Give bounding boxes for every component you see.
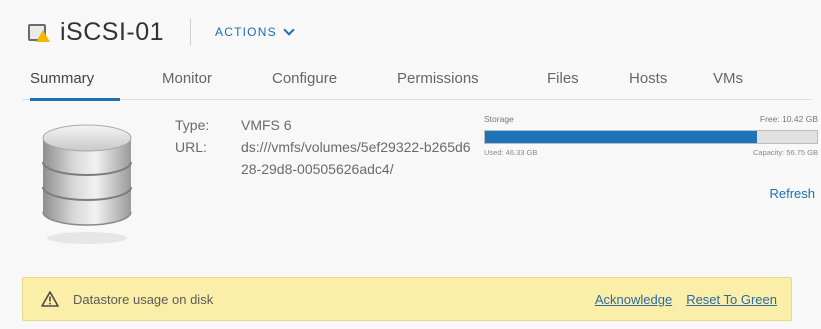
warning-icon	[41, 291, 59, 307]
actions-menu-button[interactable]: ACTIONS	[215, 23, 295, 39]
tab-bar: Summary Monitor Configure Permissions Fi…	[22, 62, 812, 101]
datastore-properties: Type: VMFS 6 URL: ds:///vmfs/volumes/5ef…	[175, 114, 473, 180]
storage-usage-bar	[484, 130, 818, 144]
chevron-down-icon	[283, 23, 295, 36]
tab-vms[interactable]: VMs	[713, 62, 753, 100]
tab-configure[interactable]: Configure	[272, 62, 362, 100]
header-divider	[190, 18, 192, 46]
storage-capacity: Capacity: 56.75 GB	[752, 148, 818, 157]
datastore-warning-icon	[28, 21, 50, 43]
url-label: URL:	[175, 139, 207, 155]
tab-hosts[interactable]: Hosts	[629, 62, 679, 100]
storage-free: Free: 10.42 GB	[759, 114, 818, 124]
page-title: iSCSI-01	[60, 17, 165, 46]
storage-header: Storage Free: 10.42 GB	[484, 114, 818, 128]
refresh-link[interactable]: Refresh	[769, 186, 815, 201]
acknowledge-link[interactable]: Acknowledge	[595, 292, 672, 307]
tab-summary[interactable]: Summary	[30, 62, 120, 101]
type-label: Type:	[175, 117, 210, 133]
storage-usage-fill	[485, 131, 758, 143]
alarm-message: Datastore usage on disk	[73, 291, 214, 307]
tab-files[interactable]: Files	[547, 62, 587, 100]
tab-monitor[interactable]: Monitor	[162, 62, 232, 100]
storage-footer: Used: 46.33 GB Capacity: 56.75 GB	[484, 148, 818, 157]
storage-used: Used: 46.33 GB	[484, 148, 538, 157]
type-row: Type: VMFS 6	[175, 114, 473, 136]
storage-label: Storage	[484, 114, 514, 124]
type-value: VMFS 6	[241, 117, 292, 133]
datastore-summary-page: iSCSI-01 ACTIONS Summary Monitor Configu…	[0, 0, 821, 329]
storage-usage: Storage Free: 10.42 GB Used: 46.33 GB Ca…	[484, 114, 818, 201]
reset-to-green-link[interactable]: Reset To Green	[686, 292, 777, 307]
object-header: iSCSI-01 ACTIONS	[28, 14, 295, 50]
alarm-banner: Datastore usage on disk Acknowledge Rese…	[22, 277, 792, 321]
datastore-icon	[42, 124, 132, 244]
url-row: URL: ds:///vmfs/volumes/5ef29322-b265d62…	[175, 136, 473, 180]
actions-label: ACTIONS	[215, 25, 277, 39]
url-value: ds:///vmfs/volumes/5ef29322-b265d628-29d…	[241, 139, 471, 177]
tab-permissions[interactable]: Permissions	[397, 62, 507, 100]
